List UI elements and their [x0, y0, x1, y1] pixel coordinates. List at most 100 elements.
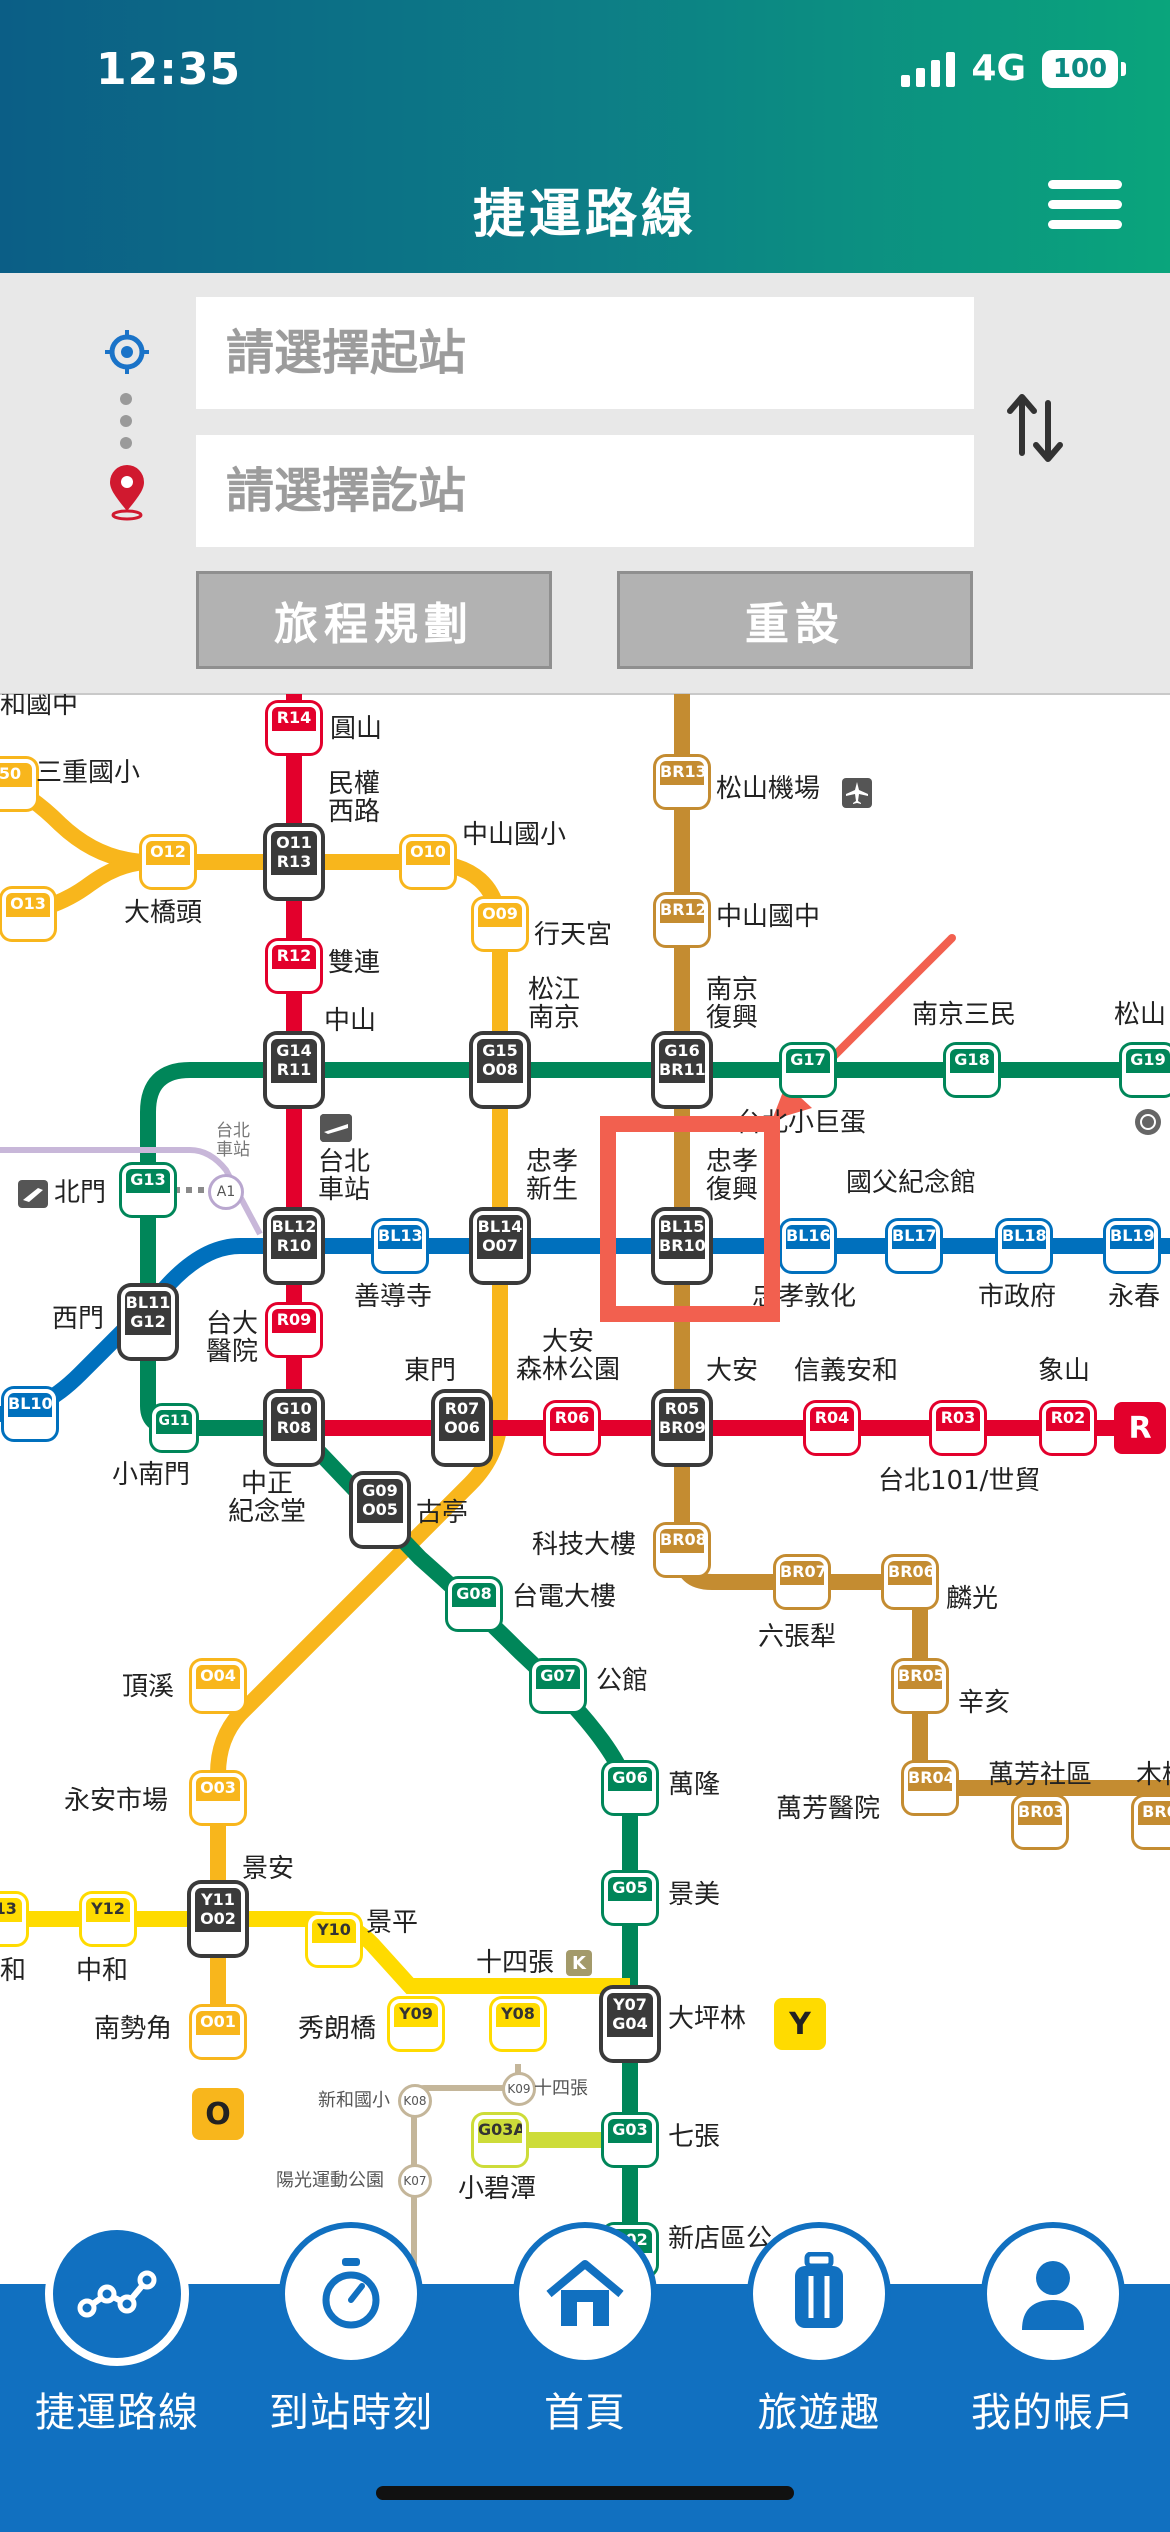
- station-g16br11[interactable]: G16 BR11: [655, 1035, 709, 1105]
- station-br06[interactable]: BR06: [884, 1557, 936, 1607]
- home-indicator[interactable]: [376, 2486, 794, 2500]
- station-r02[interactable]: R02: [1042, 1403, 1094, 1453]
- station-o04[interactable]: O04: [192, 1661, 244, 1711]
- label-songshan-airport: 松山機場: [716, 774, 821, 804]
- station-bl16[interactable]: BL16: [782, 1221, 834, 1271]
- station-g05[interactable]: G05: [604, 1873, 656, 1923]
- label-ntuh: 台大 醫院: [206, 1309, 259, 1367]
- station-bl19[interactable]: BL19: [1106, 1221, 1158, 1271]
- station-y08[interactable]: Y08: [492, 1999, 544, 2049]
- station-g03a[interactable]: G03A: [474, 2115, 526, 2165]
- station-r14[interactable]: R14: [268, 703, 320, 753]
- station-bl12r10[interactable]: BL12 R10: [267, 1211, 321, 1281]
- reset-button[interactable]: 重設: [617, 571, 973, 669]
- label-shisizhang: 十四張: [476, 1948, 555, 1978]
- label-xinhe-elem: 新和國小: [318, 2090, 390, 2111]
- tab-route-map[interactable]: 捷運路線: [0, 2222, 234, 2532]
- station-r07o06[interactable]: R07 O06: [435, 1393, 489, 1463]
- station-bl18[interactable]: BL18: [998, 1221, 1050, 1271]
- station-o13[interactable]: O13: [2, 889, 54, 939]
- swap-stations-icon[interactable]: [1000, 383, 1070, 473]
- station-bl11g12[interactable]: BL11 G12: [121, 1287, 175, 1357]
- station-o09[interactable]: O09: [474, 899, 526, 949]
- station-bl17[interactable]: BL17: [888, 1221, 940, 1271]
- station-r03[interactable]: R03: [932, 1403, 984, 1453]
- badge-k-line: K: [566, 1950, 592, 1976]
- label-daqiaotou: 大橋頭: [124, 898, 203, 928]
- plan-trip-button[interactable]: 旅程規劃: [196, 571, 552, 669]
- station-br08[interactable]: BR08: [656, 1525, 708, 1575]
- station-r06[interactable]: R06: [546, 1403, 598, 1453]
- label-ximen: 西門: [52, 1304, 105, 1334]
- station-bl10[interactable]: BL10: [4, 1389, 56, 1439]
- destination-station-input[interactable]: [196, 435, 974, 547]
- station-g08[interactable]: G08: [448, 1579, 500, 1629]
- station-g18[interactable]: G18: [946, 1045, 998, 1095]
- station-g17[interactable]: G17: [782, 1045, 834, 1095]
- station-br02[interactable]: BR0: [1134, 1797, 1170, 1847]
- station-br07[interactable]: BR07: [776, 1557, 828, 1607]
- station-g14r11[interactable]: G14 R11: [267, 1035, 321, 1105]
- line-orange: [0, 774, 508, 2034]
- station-y07g04[interactable]: Y07 G04: [603, 1989, 657, 2059]
- label-yongchun: 永春: [1108, 1282, 1161, 1312]
- station-o03[interactable]: O03: [192, 1773, 244, 1823]
- station-br05[interactable]: BR05: [894, 1661, 946, 1711]
- station-g10r08[interactable]: G10 R08: [267, 1393, 321, 1463]
- station-g03[interactable]: G03: [604, 2115, 656, 2165]
- station-g11[interactable]: G11: [152, 1406, 196, 1450]
- label-shandao: 善導寺: [354, 1282, 433, 1312]
- label-daan-park: 大安 森林公園: [516, 1327, 621, 1385]
- accessibility-icon: [1135, 1109, 1161, 1135]
- station-g07[interactable]: G07: [532, 1661, 584, 1711]
- station-o01[interactable]: O01: [192, 2007, 244, 2057]
- station-y12[interactable]: Y12: [82, 1894, 134, 1944]
- station-o12[interactable]: O12: [142, 837, 194, 887]
- user-icon[interactable]: [981, 2222, 1125, 2366]
- label-dapinglin: 大坪林: [668, 2004, 747, 2034]
- station-o11r13[interactable]: O11 R13: [267, 827, 321, 897]
- station-br12[interactable]: BR12: [656, 895, 708, 945]
- station-o10[interactable]: O10: [402, 837, 454, 887]
- station-r09[interactable]: R09: [268, 1305, 320, 1355]
- station-k08[interactable]: K08: [398, 2084, 432, 2118]
- label-liuzhangli: 六張犁: [758, 1622, 837, 1652]
- label-xiulang: 秀朗橋: [298, 2014, 377, 2044]
- station-r04[interactable]: R04: [806, 1403, 858, 1453]
- battery-icon: 100: [1042, 49, 1126, 88]
- station-br13[interactable]: BR13: [656, 757, 708, 807]
- station-y10[interactable]: Y10: [308, 1915, 360, 1965]
- station-g06[interactable]: G06: [604, 1763, 656, 1813]
- station-bl13[interactable]: BL13: [374, 1221, 426, 1271]
- hamburger-menu-icon[interactable]: [1048, 180, 1122, 230]
- station-g15o08[interactable]: G15 O08: [473, 1035, 527, 1105]
- station-br04[interactable]: BR04: [904, 1763, 956, 1813]
- origin-station-input[interactable]: [196, 297, 974, 409]
- label-nanjing-sanmin: 南京三民: [912, 1000, 1017, 1030]
- station-g09o05[interactable]: G09 O05: [353, 1475, 407, 1545]
- label-zhongshan: 中山: [324, 1006, 377, 1036]
- station-k07[interactable]: K07: [398, 2164, 432, 2198]
- tab-my-account[interactable]: 我的帳戶: [936, 2222, 1170, 2532]
- station-k09[interactable]: K09: [502, 2072, 536, 2106]
- station-r12[interactable]: R12: [268, 941, 320, 991]
- station-g13[interactable]: G13: [122, 1165, 174, 1215]
- label-yuanshan: 圓山: [330, 714, 383, 744]
- station-br03[interactable]: BR03: [1014, 1797, 1066, 1847]
- station-y11o02[interactable]: Y11 O02: [191, 1884, 245, 1954]
- route-map-icon[interactable]: [45, 2222, 189, 2366]
- station-y13[interactable]: Y13: [0, 1894, 26, 1944]
- label-songjiang: 松江 南京: [528, 975, 581, 1033]
- label-yongan: 永安市場: [64, 1786, 169, 1816]
- station-bl14o07[interactable]: BL14 O07: [473, 1211, 527, 1281]
- station-r05br09[interactable]: R05 BR09: [655, 1393, 709, 1463]
- station-o50[interactable]: 50: [0, 759, 36, 809]
- stopwatch-icon[interactable]: [279, 2222, 423, 2366]
- luggage-icon[interactable]: [747, 2222, 891, 2366]
- hsr-icon: [320, 1114, 352, 1142]
- metro-map[interactable]: R14 O11 R13 O10 O12 O13 50 BR13 BR12 R12…: [0, 694, 1170, 2284]
- station-y09[interactable]: Y09: [390, 1999, 442, 2049]
- station-a1[interactable]: A1: [208, 1174, 244, 1210]
- station-g19[interactable]: G19: [1122, 1045, 1170, 1095]
- home-icon[interactable]: [513, 2222, 657, 2366]
